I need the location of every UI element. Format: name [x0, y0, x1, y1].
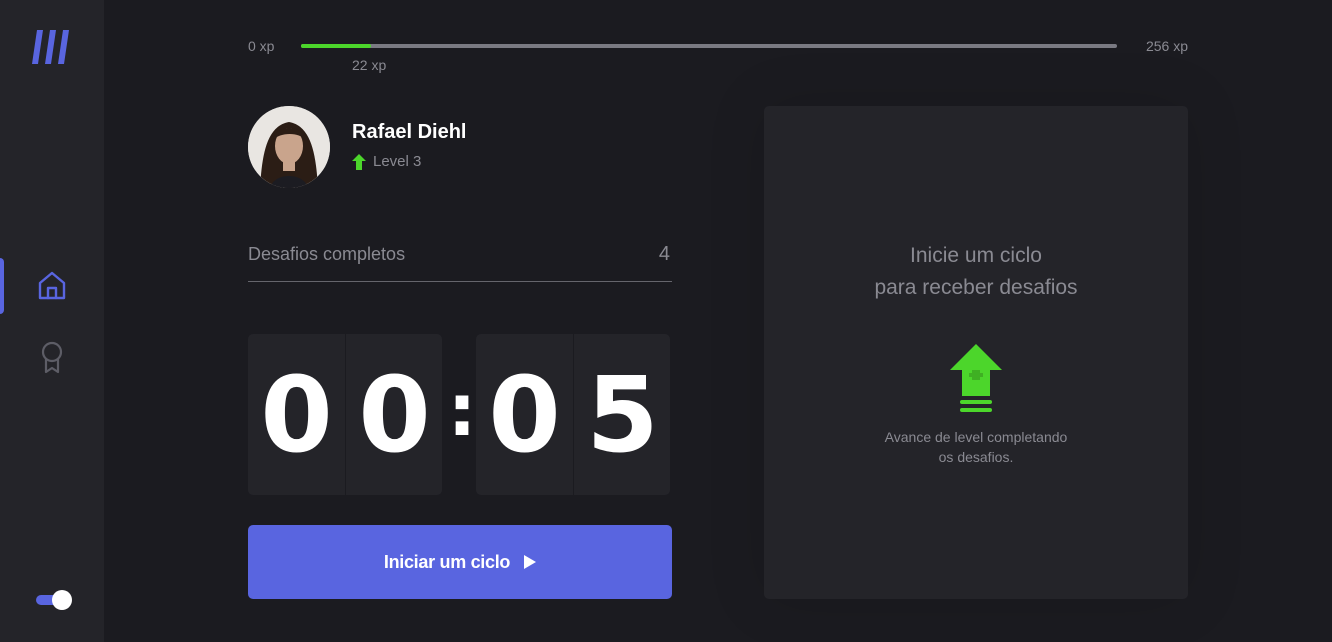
level-indicator: Level 3 — [352, 153, 421, 170]
completed-challenges: Desafios completos 4 — [248, 240, 672, 282]
challenge-panel: Inicie um ciclo para receber desafios Av… — [764, 106, 1188, 599]
nav-home-button[interactable] — [0, 258, 104, 314]
challenge-panel-title-line1: Inicie um ciclo — [910, 244, 1042, 267]
level-up-arrow-icon — [352, 153, 366, 170]
challenge-panel-title-line2: para receber desafios — [874, 276, 1078, 299]
minute-digit-tens: 0 — [260, 353, 333, 476]
nav-awards-button[interactable] — [36, 340, 68, 374]
second-digit-tens: 0 — [488, 353, 561, 476]
challenge-panel-title: Inicie um ciclo para receber desafios — [764, 240, 1188, 304]
award-icon — [41, 341, 63, 374]
challenge-panel-desc-line1: Avance de level completando — [884, 429, 1068, 445]
minutes-box: 0 0 — [248, 334, 442, 495]
moveit-logo-icon[interactable] — [32, 30, 72, 64]
challenge-panel-description: Avance de level completando os desafios. — [764, 427, 1188, 467]
sidebar — [0, 0, 104, 642]
theme-toggle[interactable] — [36, 589, 74, 611]
active-nav-indicator — [0, 258, 4, 314]
challenge-panel-desc-line2: os desafios. — [938, 449, 1014, 465]
countdown-timer: 0 0 : 0 5 — [248, 334, 672, 495]
profile-name: Rafael Diehl — [352, 121, 467, 143]
play-icon — [524, 555, 537, 569]
home-icon — [36, 270, 68, 302]
start-cycle-label: Iniciar um ciclo — [383, 551, 511, 572]
completed-challenges-label: Desafios completos — [248, 244, 406, 264]
second-digit-ones: 5 — [586, 353, 659, 476]
xp-progress-bar — [301, 44, 1117, 48]
xp-min-label: 0 xp — [248, 38, 275, 54]
completed-challenges-count: 4 — [658, 243, 670, 265]
level-up-icon — [950, 344, 1002, 412]
level-label: Level 3 — [373, 153, 422, 170]
minute-digit-ones: 0 — [358, 353, 431, 476]
toggle-knob — [52, 590, 72, 610]
seconds-box: 0 5 — [476, 334, 670, 495]
time-separator: : — [447, 367, 477, 452]
avatar — [248, 106, 330, 188]
xp-current-label: 22 xp — [352, 57, 387, 73]
start-cycle-button[interactable]: Iniciar um ciclo — [248, 525, 672, 599]
xp-progress-fill — [301, 44, 372, 48]
xp-max-label: 256 xp — [1145, 38, 1188, 54]
